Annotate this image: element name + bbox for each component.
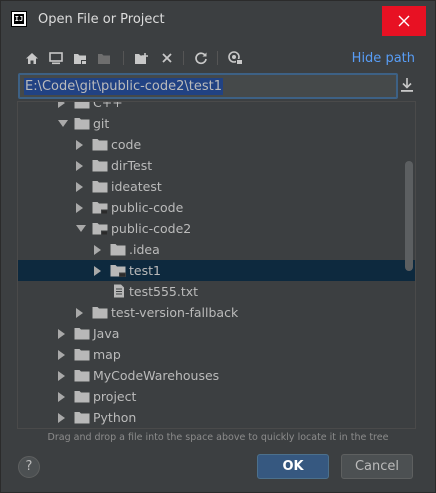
tree-folder-item[interactable]: code [18,134,415,155]
chevron-right-icon[interactable] [58,102,65,108]
tree-folder-item[interactable]: map [18,344,415,365]
chevron-down-icon[interactable] [58,120,68,127]
tree-folder-item[interactable]: ideatest [18,176,415,197]
chevron-right-icon[interactable] [94,245,101,255]
chevron-right-icon[interactable] [58,392,65,402]
tree-folder-item[interactable]: git [18,113,415,134]
text-file-icon [113,284,129,298]
folder-icon [92,306,108,319]
tree-item-label: Java [93,326,120,341]
folder-icon [74,102,90,109]
delete-icon[interactable] [158,49,176,67]
tree-item-label: public-code [111,200,184,215]
chevron-right-icon[interactable] [76,161,83,171]
folder-icon [74,348,90,361]
hide-path-link[interactable]: Hide path [352,51,415,66]
path-input-value: E:\Code\git\public-code2\test1 [24,78,224,95]
chevron-right-icon[interactable] [58,413,65,423]
tree-item-label: code [111,137,142,152]
dialog-title: Open File or Project [38,12,165,27]
folder-icon [110,243,126,256]
folder-icon [74,327,90,340]
toolbar-separator [123,51,124,65]
path-input[interactable]: E:\Code\git\public-code2\test1 [18,73,398,99]
tree-folder-item[interactable]: Python [18,407,415,428]
tree-item-label: project [93,389,137,404]
toolbar-separator [217,51,218,65]
chevron-right-icon[interactable] [58,371,65,381]
tree-item-label: Python [93,410,137,425]
module-folder-icon [92,222,108,235]
module-folder-icon [110,264,126,277]
tree-item-label: public-code2 [111,221,192,236]
title-bar: IJ Open File or Project [1,1,435,39]
open-file-dialog: IJ Open File or Project Hide path E:\Cod… [0,0,436,493]
folder-icon [92,180,108,193]
close-icon [398,15,410,27]
folder-icon [92,159,108,172]
tree-file-item[interactable]: test555.txt [18,281,415,302]
show-hidden-icon[interactable] [226,49,244,67]
desktop-icon[interactable] [47,49,65,67]
chevron-right-icon[interactable] [94,266,101,276]
tree-folder-item[interactable]: public-code2 [18,218,415,239]
tree-item-label: MyCodeWarehouses [93,368,220,383]
tree-item-label: test-version-fallback [111,305,239,320]
folder-icon [92,138,108,151]
toolbar-separator [183,51,184,65]
chevron-right-icon[interactable] [76,182,83,192]
home-icon[interactable] [23,49,41,67]
tree-item-label: test1 [129,263,161,278]
toolbar: Hide path [1,45,435,71]
download-icon[interactable] [400,77,416,95]
folder-icon [74,411,90,424]
cancel-button[interactable]: Cancel [341,454,413,479]
tree-folder-item[interactable]: test1 [18,260,415,281]
ok-button[interactable]: OK [257,454,329,479]
tree-item-label: .idea [129,242,160,257]
intellij-app-icon: IJ [11,11,27,27]
new-folder-icon[interactable] [132,49,150,67]
tree-folder-item[interactable]: test-version-fallback [18,302,415,323]
folder-icon [74,390,90,403]
tree-item-label: dirTest [111,158,153,173]
tree-item-label: map [93,347,121,362]
tree-scrollbar[interactable] [405,161,413,271]
project-folder-icon[interactable] [71,49,89,67]
file-tree[interactable]: C++ git code dirTest ideatest public-code publ… [17,101,416,429]
help-button[interactable]: ? [18,456,40,478]
refresh-icon[interactable] [192,49,210,67]
chevron-right-icon[interactable] [76,308,83,318]
chevron-right-icon[interactable] [76,140,83,150]
module-folder-icon [92,201,108,214]
folder-icon [74,117,90,130]
tree-folder-item[interactable]: project [18,386,415,407]
tree-item-label: git [93,116,110,131]
chevron-right-icon[interactable] [58,329,65,339]
module-folder-icon[interactable] [95,49,113,67]
tree-item-label: C++ [93,101,123,110]
tree-folder-item[interactable]: C++ [18,101,415,113]
tree-item-label: test555.txt [129,284,199,299]
chevron-right-icon[interactable] [58,350,65,360]
tree-folder-item[interactable]: MyCodeWarehouses [18,365,415,386]
close-button[interactable] [382,6,426,36]
chevron-right-icon[interactable] [76,203,83,213]
drag-drop-hint: Drag and drop a file into the space abov… [47,432,389,443]
tree-folder-item[interactable]: dirTest [18,155,415,176]
tree-folder-item[interactable]: Java [18,323,415,344]
folder-icon [74,369,90,382]
chevron-down-icon[interactable] [76,225,86,232]
tree-folder-item[interactable]: .idea [18,239,415,260]
tree-folder-item[interactable]: public-code [18,197,415,218]
tree-item-label: ideatest [111,179,162,194]
